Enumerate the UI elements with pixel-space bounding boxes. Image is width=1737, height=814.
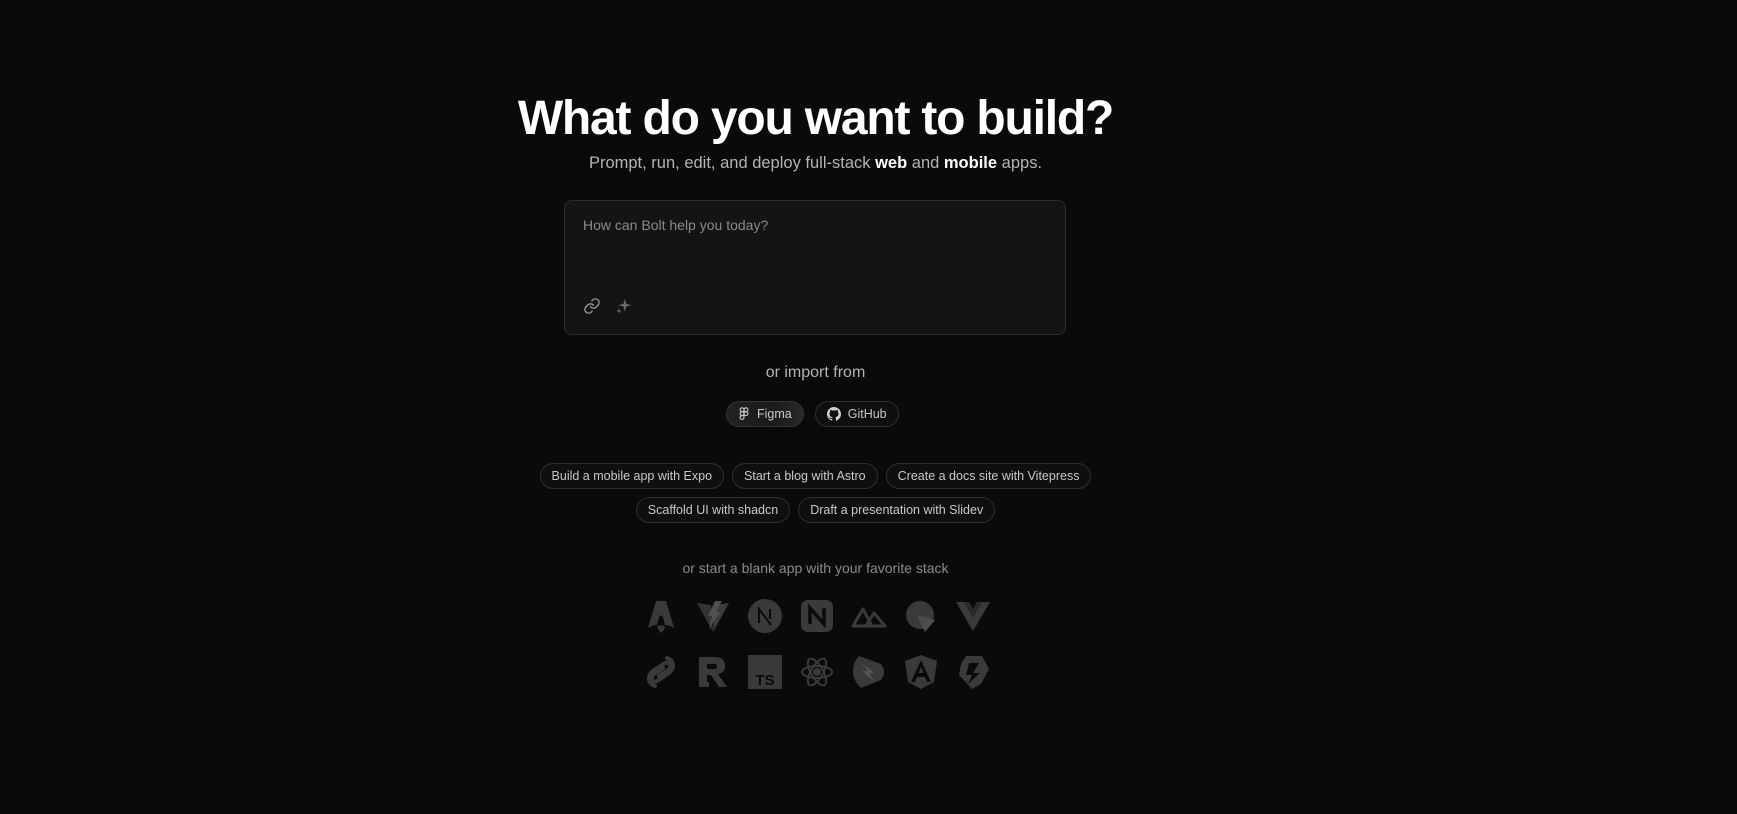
sparkle-icon[interactable] xyxy=(613,295,635,317)
suggestion-astro[interactable]: Start a blog with Astro xyxy=(732,463,878,489)
bolt-home-page: What do you want to build? Prompt, run, … xyxy=(0,0,1737,814)
figma-icon xyxy=(738,407,750,421)
github-import-button[interactable]: GitHub xyxy=(814,401,899,427)
typescript-icon[interactable]: TS xyxy=(746,653,784,691)
remotion-icon[interactable] xyxy=(694,653,732,691)
import-label: or import from xyxy=(765,364,866,381)
link-icon[interactable] xyxy=(581,295,603,317)
nativescript-icon[interactable] xyxy=(798,597,836,635)
subtitle-and: and xyxy=(907,154,944,172)
suggestions-row-1: Build a mobile app with Expo Start a blo… xyxy=(0,463,1631,489)
prompt-input[interactable] xyxy=(581,215,1055,259)
github-label: GitHub xyxy=(847,407,887,421)
astro-icon[interactable] xyxy=(642,597,680,635)
github-icon xyxy=(826,407,841,421)
vite-icon[interactable] xyxy=(694,597,732,635)
stack-label: or start a blank app with your favorite … xyxy=(682,560,949,576)
angular-icon[interactable] xyxy=(902,653,940,691)
stack-grid: TS xyxy=(642,597,990,691)
suggestions-row-2: Scaffold UI with shadcn Draft a presenta… xyxy=(0,497,1631,523)
qwik-icon[interactable] xyxy=(850,653,888,691)
figma-label: Figma xyxy=(757,407,792,421)
page-subtitle: Prompt, run, edit, and deploy full-stack… xyxy=(0,154,1631,173)
svg-text:TS: TS xyxy=(755,672,774,689)
page-title: What do you want to build? xyxy=(517,92,1115,145)
import-sources: Figma GitHub xyxy=(726,401,899,427)
react-icon[interactable] xyxy=(798,653,836,691)
vue-icon[interactable] xyxy=(954,597,992,635)
suggestion-vitepress[interactable]: Create a docs site with Vitepress xyxy=(885,463,1092,489)
figma-import-button[interactable]: Figma xyxy=(726,401,804,427)
suggestion-slidev[interactable]: Draft a presentation with Slidev xyxy=(798,497,996,523)
nextjs-icon[interactable] xyxy=(746,597,784,635)
subtitle-web: web xyxy=(875,154,908,172)
subtitle-mobile: mobile xyxy=(943,154,998,172)
svelte-icon[interactable] xyxy=(642,653,680,691)
subtitle-prefix: Prompt, run, edit, and deploy full-stack xyxy=(588,154,876,172)
suggestion-shadcn[interactable]: Scaffold UI with shadcn xyxy=(635,497,791,523)
remix-icon[interactable] xyxy=(902,597,940,635)
solid-icon[interactable] xyxy=(954,653,992,691)
suggestion-expo[interactable]: Build a mobile app with Expo xyxy=(539,463,725,489)
subtitle-suffix: apps. xyxy=(997,154,1043,172)
prompt-box xyxy=(564,200,1066,335)
nuxt-icon[interactable] xyxy=(850,597,888,635)
